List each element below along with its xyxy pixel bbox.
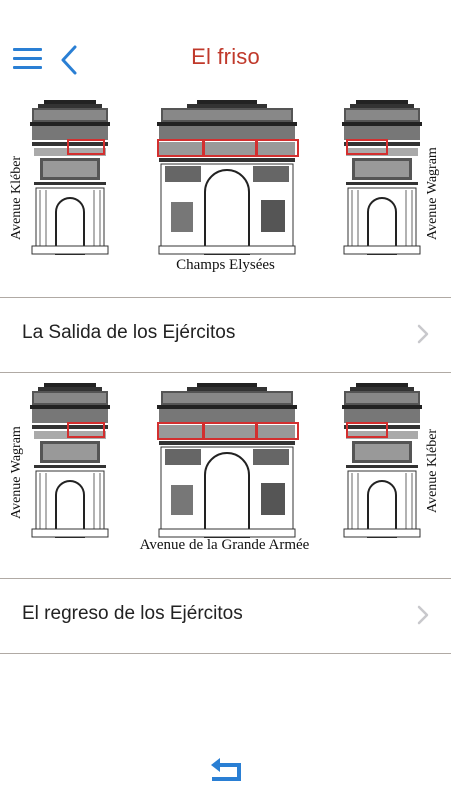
list-item-regreso[interactable]: El regreso de los Ejércitos bbox=[0, 579, 451, 653]
chevron-right-icon bbox=[417, 605, 429, 625]
left-street-label: Avenue Kléber bbox=[9, 155, 24, 240]
page-title: El friso bbox=[191, 44, 260, 69]
header: El friso bbox=[0, 0, 451, 100]
list-item-label: La Salida de los Ejércitos bbox=[22, 322, 236, 343]
divider bbox=[0, 372, 451, 373]
list-item-salida[interactable]: La Salida de los Ejércitos bbox=[0, 298, 451, 372]
return-arrow-icon bbox=[211, 758, 241, 781]
divider bbox=[0, 653, 451, 654]
left-street-label: Avenue Wagram bbox=[9, 426, 24, 519]
chevron-right-icon bbox=[417, 324, 429, 344]
arc-diagram-grande-armee: Avenue Wagram Avenue Kléber Avenue de la… bbox=[0, 383, 451, 573]
return-button[interactable] bbox=[206, 755, 244, 783]
right-street-label: Avenue Wagram bbox=[425, 147, 440, 240]
list-item-label: El regreso de los Ejércitos bbox=[22, 603, 243, 624]
bottom-street-label: Champs Elysées bbox=[176, 257, 275, 273]
right-street-label: Avenue Kléber bbox=[425, 428, 440, 513]
arc-diagram-champs-elysees: Avenue Kléber Avenue Wagram Champs Elysé… bbox=[0, 100, 451, 290]
bottom-street-label: Avenue de la Grande Armée bbox=[139, 537, 310, 553]
